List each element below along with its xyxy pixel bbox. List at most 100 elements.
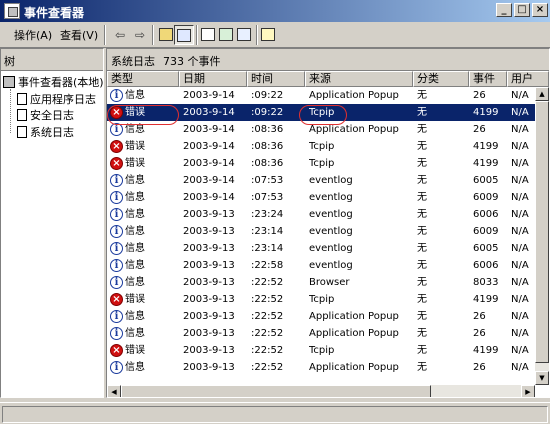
error-icon: × [110, 140, 123, 153]
back-icon[interactable]: ⇦ [110, 25, 130, 45]
cell-user: N/A [511, 243, 529, 254]
up-folder-icon[interactable] [156, 25, 176, 45]
column-user[interactable]: 用户 [507, 71, 549, 87]
tree-item-label: 系统日志 [30, 126, 74, 139]
cell-type: 信息 [125, 243, 145, 254]
cell-source: Application Popup [309, 328, 399, 339]
tree-item-application-log[interactable]: 应用程序日志 [17, 92, 96, 108]
cell-source: eventlog [309, 226, 353, 237]
info-icon: i [110, 327, 123, 340]
info-icon: i [110, 225, 123, 238]
cell-date: 2003-9-14 [183, 90, 235, 101]
table-row[interactable]: i 信息 2003-9-13:23:14 eventlog 无 6005 N/A [107, 240, 535, 257]
cell-user: N/A [511, 209, 529, 220]
computer-icon [3, 76, 15, 88]
cell-user: N/A [511, 107, 529, 118]
cell-category: 无 [417, 192, 427, 203]
table-row[interactable]: i 信息 2003-9-13:22:58 eventlog 无 6006 N/A [107, 257, 535, 274]
table-row[interactable]: × 错误 2003-9-13:22:52 Tcpip 无 4199 N/A [107, 342, 535, 359]
cell-time: :07:53 [251, 175, 284, 186]
tree-tab[interactable]: 树 [1, 49, 103, 71]
table-row[interactable]: i 信息 2003-9-13:23:24 eventlog 无 6006 N/A [107, 206, 535, 223]
column-source[interactable]: 来源 [305, 71, 413, 87]
cell-user: N/A [511, 226, 529, 237]
maximize-button[interactable]: □ [514, 3, 530, 17]
column-event[interactable]: 事件 [469, 71, 507, 87]
column-category[interactable]: 分类 [413, 71, 469, 87]
table-row[interactable]: × 错误 2003-9-13:22:52 Tcpip 无 4199 N/A [107, 291, 535, 308]
minimize-button[interactable]: _ [496, 3, 512, 17]
table-row[interactable]: i 信息 2003-9-13:23:14 eventlog 无 6009 N/A [107, 223, 535, 240]
info-icon: i [110, 259, 123, 272]
cell-time: :22:52 [251, 277, 284, 288]
cell-type: 信息 [125, 311, 145, 322]
vertical-scroll-thumb[interactable] [535, 101, 549, 363]
cell-time: :22:52 [251, 328, 284, 339]
event-rows: i 信息 2003-9-14:09:22 Application Popup 无 26 N/… [107, 87, 535, 385]
cell-time: :22:58 [251, 260, 284, 271]
export-list-icon[interactable] [234, 25, 254, 45]
cell-time: :22:52 [251, 311, 284, 322]
table-row[interactable]: × 错误 2003-9-14:08:36 Tcpip 无 4199 N/A [107, 138, 535, 155]
tree-root[interactable]: 事件查看器(本地) [3, 75, 104, 91]
cell-event: 4199 [473, 107, 499, 118]
table-row[interactable]: i 信息 2003-9-14:07:53 eventlog 无 6005 N/A [107, 172, 535, 189]
table-row[interactable]: × 错误 2003-9-14:09:22 Tcpip 无 4199 N/A [107, 104, 535, 121]
tree-item-system-log[interactable]: 系统日志 [17, 125, 74, 141]
cell-time: :08:36 [251, 124, 284, 135]
cell-category: 无 [417, 141, 427, 152]
cell-type: 信息 [125, 226, 145, 237]
table-row[interactable]: i 信息 2003-9-13:22:52 Browser 无 8033 N/A [107, 274, 535, 291]
show-hide-tree-icon[interactable] [174, 25, 194, 45]
column-type[interactable]: 类型 [107, 71, 179, 87]
table-row[interactable]: i 信息 2003-9-14:09:22 Application Popup 无 26 N/… [107, 87, 535, 104]
refresh-icon[interactable] [216, 25, 236, 45]
cell-time: :23:24 [251, 209, 284, 220]
table-row[interactable]: i 信息 2003-9-13:22:52 Application Popup 无 26 N/… [107, 308, 535, 325]
cell-category: 无 [417, 158, 427, 169]
cell-user: N/A [511, 294, 529, 305]
cell-category: 无 [417, 345, 427, 356]
scroll-right-button[interactable]: ▶ [521, 385, 535, 397]
horizontal-scrollbar[interactable]: ◀ ▶ [107, 385, 535, 397]
table-row[interactable]: i 信息 2003-9-13:22:52 Application Popup 无 26 N/… [107, 359, 535, 376]
scroll-down-button[interactable]: ▼ [535, 371, 549, 385]
close-button[interactable]: × [532, 3, 548, 17]
vertical-scrollbar[interactable]: ▲ ▼ [535, 87, 549, 385]
column-time[interactable]: 时间 [247, 71, 305, 87]
scroll-up-button[interactable]: ▲ [535, 87, 549, 101]
menu-view[interactable]: 查看(V) [60, 27, 98, 43]
cell-time: :09:22 [251, 107, 284, 118]
table-row[interactable]: i 信息 2003-9-14:08:36 Application Popup 无 26 N/… [107, 121, 535, 138]
cell-type: 错误 [125, 294, 145, 305]
status-field [2, 406, 548, 423]
cell-category: 无 [417, 209, 427, 220]
cell-source: Application Popup [309, 362, 399, 373]
toolbar-separator [104, 25, 106, 45]
cell-category: 无 [417, 294, 427, 305]
tree-item-security-log[interactable]: 安全日志 [17, 108, 74, 124]
cell-date: 2003-9-14 [183, 107, 235, 118]
toolbar-separator [152, 25, 154, 45]
scroll-left-button[interactable]: ◀ [107, 385, 121, 397]
info-icon: i [110, 276, 123, 289]
forward-icon[interactable]: ⇨ [130, 25, 150, 45]
cell-type: 信息 [125, 277, 145, 288]
column-date[interactable]: 日期 [179, 71, 247, 87]
cell-date: 2003-9-14 [183, 192, 235, 203]
help-icon[interactable] [258, 25, 278, 45]
pane-header: 系统日志 733 个事件 [107, 49, 549, 71]
cell-source: Browser [309, 277, 350, 288]
table-row[interactable]: i 信息 2003-9-13:22:52 Application Popup 无 26 N/… [107, 325, 535, 342]
cell-user: N/A [511, 124, 529, 135]
properties-icon[interactable] [198, 25, 218, 45]
cell-type: 信息 [125, 175, 145, 186]
cell-date: 2003-9-13 [183, 345, 235, 356]
table-row[interactable]: × 错误 2003-9-14:08:36 Tcpip 无 4199 N/A [107, 155, 535, 172]
cell-user: N/A [511, 158, 529, 169]
cell-type: 错误 [125, 141, 145, 152]
menu-action[interactable]: 操作(A) [14, 27, 52, 43]
event-viewer-app-icon[interactable] [4, 3, 20, 19]
horizontal-scroll-thumb[interactable] [121, 385, 431, 397]
table-row[interactable]: i 信息 2003-9-14:07:53 eventlog 无 6009 N/A [107, 189, 535, 206]
